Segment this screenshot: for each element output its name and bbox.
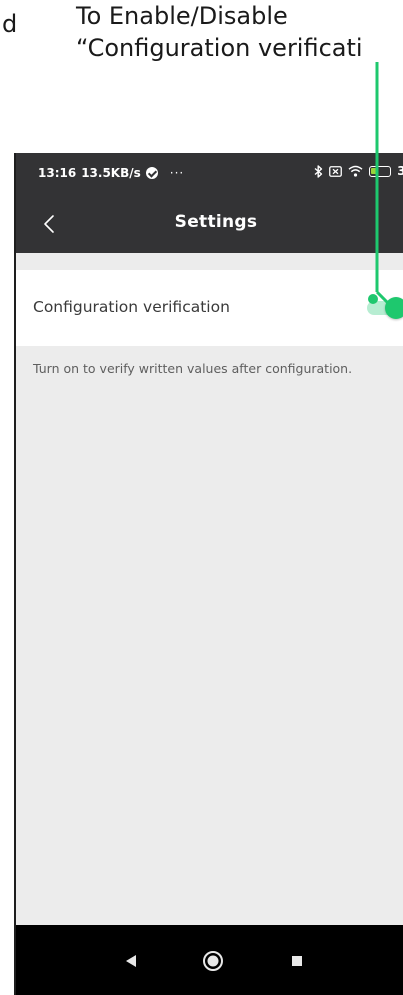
back-triangle-icon	[126, 955, 136, 967]
status-right: 31	[314, 164, 403, 178]
setting-description: Turn on to verify written values after c…	[33, 361, 353, 376]
battery-icon	[369, 165, 392, 177]
navigation-bar	[16, 925, 403, 995]
margin-letter: d	[2, 10, 18, 38]
status-bar: 13:16 13.5KB/s ···	[16, 153, 403, 195]
battery-text: 31	[397, 164, 403, 178]
status-left: 13:16 13.5KB/s ···	[38, 166, 184, 180]
more-dots-icon: ···	[169, 166, 185, 180]
annotation-line-2: “Configuration verificati	[76, 34, 363, 62]
home-circle-icon	[203, 951, 223, 971]
nav-recents-button[interactable]	[284, 948, 310, 974]
setting-row-configuration-verification: Configuration verification	[16, 270, 403, 346]
toggle-knob	[385, 297, 403, 319]
status-time: 13:16	[38, 166, 77, 180]
battery-level	[371, 167, 379, 174]
setting-label: Configuration verification	[33, 298, 230, 316]
phone-screen: 13:16 13.5KB/s ··· Settings Configuratio…	[14, 153, 403, 995]
nav-back-button[interactable]	[118, 948, 144, 974]
recents-square-icon	[292, 956, 302, 966]
sim-icon	[329, 165, 343, 177]
check-circle-icon	[145, 167, 158, 179]
nav-home-button[interactable]	[200, 948, 226, 974]
annotation-line-1: To Enable/Disable	[76, 2, 288, 30]
app-bar: Settings	[16, 195, 403, 253]
page-title: Settings	[174, 212, 258, 232]
annotation-callout: To Enable/Disable “Configuration verific…	[76, 0, 403, 64]
bluetooth-icon	[314, 164, 323, 178]
status-speed: 13.5KB/s	[81, 166, 141, 180]
wifi-icon	[348, 165, 363, 177]
page: d To Enable/Disable “Configuration verif…	[0, 0, 403, 995]
configuration-verification-toggle[interactable]	[367, 297, 403, 319]
